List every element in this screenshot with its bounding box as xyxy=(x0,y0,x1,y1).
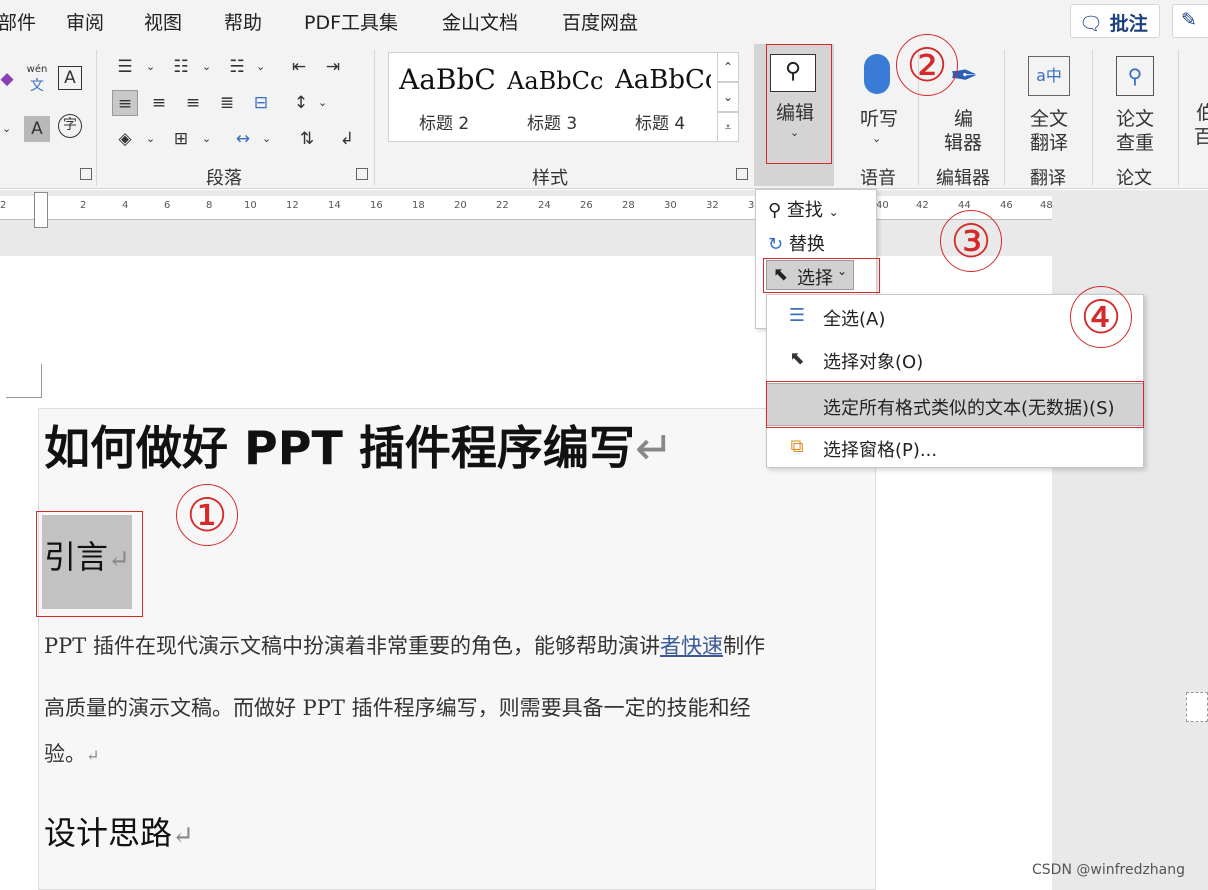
editor-button-label-2: 辑器 xyxy=(944,132,983,154)
microphone-icon xyxy=(864,54,890,94)
heading-design[interactable]: 设计思路↵ xyxy=(44,808,194,854)
styles-gallery: AaBbC 标题 2 AaBbCc 标题 3 AaBbCc 标题 4 xyxy=(388,52,718,142)
menu-item-pdf-tools[interactable]: PDF工具集 xyxy=(304,8,398,35)
cut-off-button-label-2[interactable]: 百 xyxy=(1194,126,1208,149)
paper-label-2: 查重 xyxy=(1116,132,1155,154)
comment-icon: 🗨 xyxy=(1079,13,1104,35)
group-label-paper: 论文 xyxy=(1116,168,1152,189)
bullets-chevron-icon[interactable]: ⌄ xyxy=(146,60,155,73)
asian-layout-icon[interactable]: ↔ xyxy=(230,126,256,152)
comment-button-label: 批注 xyxy=(1109,13,1148,35)
numbering-icon[interactable]: ☷ xyxy=(168,54,194,80)
menu-item-addins[interactable]: 部件 xyxy=(0,8,36,35)
paper-check-icon: ⚲ xyxy=(1116,56,1154,96)
selection-pane-icon: ⧉ xyxy=(790,436,804,457)
styles-launcher-icon[interactable] xyxy=(736,168,748,180)
cut-off-button-label-1[interactable]: 伯 xyxy=(1196,102,1208,125)
pencil-icon: ✎ xyxy=(1181,9,1197,31)
edit-mode-button[interactable]: ✎ xyxy=(1172,4,1208,38)
find-menu-item[interactable]: ⚲ 查找 ⌄ xyxy=(768,196,839,222)
shading-icon[interactable]: ◈ xyxy=(112,126,138,152)
search-icon: ⚲ xyxy=(768,200,782,221)
paragraph-line-1[interactable]: PPT 插件在现代演示文稿中扮演着非常重要的角色，能够帮助演讲者快速制作 xyxy=(44,630,765,660)
group-label-editor: 编辑器 xyxy=(936,168,990,189)
show-marks-icon[interactable]: ↲ xyxy=(334,126,360,152)
watermark: CSDN @winfredzhang xyxy=(1032,862,1186,878)
dictate-button-label: 听写 xyxy=(860,108,899,130)
horizontal-ruler[interactable]: 2 2 4 6 8 10 12 14 16 18 20 22 24 26 28 … xyxy=(0,196,1053,220)
translate-icon: a中 xyxy=(1028,56,1070,96)
menu-item-view[interactable]: 视图 xyxy=(144,8,182,35)
align-left-icon[interactable]: ≡ xyxy=(112,90,138,116)
align-center-icon[interactable]: ≡ xyxy=(146,90,172,116)
multilevel-list-icon[interactable]: ☵ xyxy=(224,54,250,80)
group-label-translate: 翻译 xyxy=(1030,168,1066,189)
side-panel-handle[interactable] xyxy=(1186,692,1208,722)
borders-icon[interactable]: ⊞ xyxy=(168,126,194,152)
increase-indent-icon[interactable]: ⇥ xyxy=(320,54,346,80)
paragraph-launcher-icon[interactable] xyxy=(356,168,368,180)
styles-scroll-down-icon[interactable]: ⌄ xyxy=(717,82,739,112)
highlight-box-heading xyxy=(36,511,143,617)
find-chevron-icon: ⌄ xyxy=(828,205,839,219)
font-launcher-icon[interactable] xyxy=(80,168,92,180)
annotation-circle-2: ② xyxy=(896,34,958,96)
document-title[interactable]: 如何做好 PPT 插件程序编写↵ xyxy=(44,412,673,478)
decrease-indent-icon[interactable]: ⇤ xyxy=(286,54,312,80)
bullets-icon[interactable]: ☰ xyxy=(112,54,138,80)
line-spacing-icon[interactable]: ↕ xyxy=(288,90,314,116)
highlight-box-select xyxy=(763,258,880,293)
select-all-icon: ☰ xyxy=(788,305,806,326)
indent-marker[interactable] xyxy=(34,192,48,228)
line-spacing-chevron-icon[interactable]: ⌄ xyxy=(318,96,327,109)
asian-layout-chevron-icon[interactable]: ⌄ xyxy=(262,132,271,145)
paragraph-line-3[interactable]: 验。↵ xyxy=(44,738,99,768)
char-shading-icon[interactable]: A xyxy=(24,116,50,142)
styles-more-icon[interactable]: ⩡ xyxy=(717,112,739,142)
phonetic-guide-icon[interactable]: wén 文 xyxy=(24,64,50,94)
menu-item-review[interactable]: 审阅 xyxy=(66,8,104,35)
clear-format-icon[interactable]: ◆ xyxy=(0,66,20,92)
sort-icon[interactable]: ⇅ xyxy=(294,126,320,152)
replace-menu-item[interactable]: ↻ 替换 xyxy=(768,230,825,256)
menu-item-kingsoft-docs[interactable]: 金山文档 xyxy=(442,8,518,35)
annotation-circle-1: ① xyxy=(176,484,238,546)
highlight-box-similar-format xyxy=(766,381,1144,428)
annotation-circle-3: ③ xyxy=(940,210,1002,272)
fulltext-label-1: 全文 xyxy=(1030,108,1069,130)
replace-icon: ↻ xyxy=(768,234,784,255)
ribbon: ◆ wén 文 A ⌄ A 字 ☰ ⌄ ☷ ⌄ ☵ ⌄ ⇤ ⇥ ≡ ≡ ≡ ≣ … xyxy=(0,44,1208,189)
shading-chevron-icon[interactable]: ⌄ xyxy=(146,132,155,145)
menu-bar: 部件 审阅 视图 帮助 PDF工具集 金山文档 百度网盘 🗨 批注 ✎ xyxy=(0,0,1208,44)
group-label-styles: 样式 xyxy=(532,168,568,189)
char-border-icon[interactable]: A xyxy=(58,66,82,90)
menu-item-help[interactable]: 帮助 xyxy=(224,8,262,35)
menu-item-baidu-pan[interactable]: 百度网盘 xyxy=(562,8,638,35)
enclose-char-icon[interactable]: 字 xyxy=(58,114,82,138)
numbering-chevron-icon[interactable]: ⌄ xyxy=(202,60,211,73)
comment-button[interactable]: 🗨 批注 xyxy=(1070,4,1160,38)
multilevel-chevron-icon[interactable]: ⌄ xyxy=(256,60,265,73)
annotation-circle-4: ④ xyxy=(1070,286,1132,348)
highlight-box-edit xyxy=(766,44,832,164)
styles-scroll-up-icon[interactable]: ⌃ xyxy=(717,52,739,82)
editor-button-label-1: 编 xyxy=(954,108,974,130)
group-label-voice: 语音 xyxy=(860,168,896,189)
align-right-icon[interactable]: ≡ xyxy=(180,90,206,116)
selection-pane-item[interactable]: ⧉ 选择窗格(P)... xyxy=(767,426,1143,469)
distribute-icon[interactable]: ⊟ xyxy=(248,90,274,116)
chevron-down-icon[interactable]: ⌄ xyxy=(2,122,11,135)
dictate-chevron-icon: ⌄ xyxy=(872,132,882,145)
pointer-icon: ⬉ xyxy=(789,348,805,369)
borders-chevron-icon[interactable]: ⌄ xyxy=(202,132,211,145)
fulltext-translate-button[interactable]: a中 全文 翻译 xyxy=(1014,50,1084,160)
fulltext-label-2: 翻译 xyxy=(1030,132,1069,154)
paragraph-line-2[interactable]: 高质量的演示文稿。而做好 PPT 插件程序编写，则需要具备一定的技能和经 xyxy=(44,692,751,722)
paper-label-1: 论文 xyxy=(1116,108,1155,130)
justify-icon[interactable]: ≣ xyxy=(214,90,240,116)
margin-corner-mark xyxy=(6,364,42,398)
paper-check-button[interactable]: ⚲ 论文 查重 xyxy=(1100,50,1170,160)
group-label-paragraph: 段落 xyxy=(206,168,242,189)
